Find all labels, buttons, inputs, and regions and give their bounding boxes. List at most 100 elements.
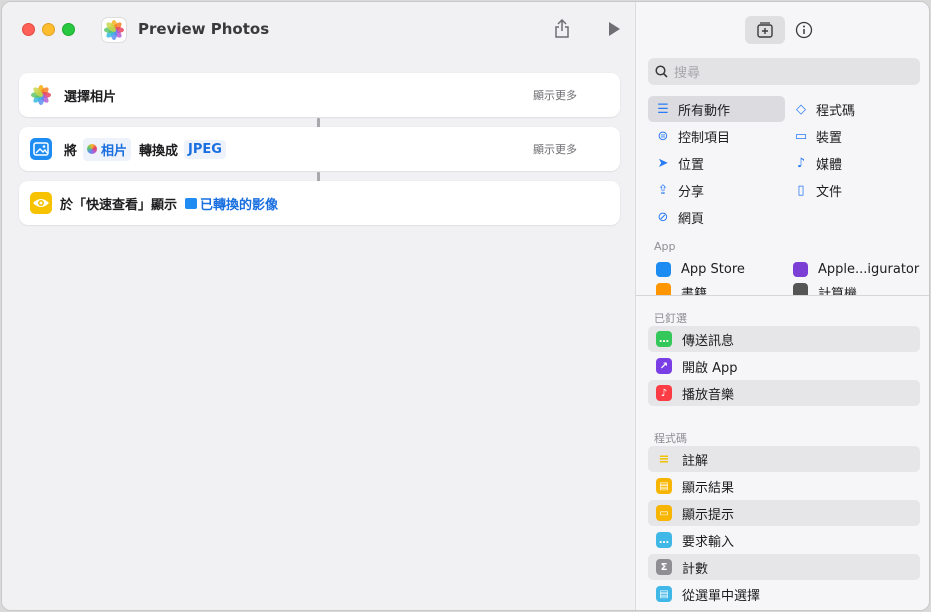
show-more-button[interactable]: 顯示更多 [533,141,577,157]
category-label: 網頁 [678,211,705,227]
category-all-actions[interactable]: ☰ 所有動作 [648,96,785,122]
search-placeholder: 搜尋 [674,66,701,81]
compass-icon: ⊘ [657,209,669,225]
title-bar: Preview Photos [2,2,635,58]
app-label: App Store [681,261,745,277]
editor-pane: Preview Photos 選擇相片 顯示更多 將 相片 轉換成 JPEG 顯… [2,2,635,610]
info-tab-button[interactable] [784,16,824,44]
shortcuts-window: Preview Photos 選擇相片 顯示更多 將 相片 轉換成 JPEG 顯… [1,1,930,611]
action-choose-from-menu[interactable]: ▤ 從選單中選擇 [648,581,920,607]
action-label: 傳送訊息 [682,333,735,349]
category-label: 裝置 [816,130,843,146]
category-label: 所有動作 [678,103,731,119]
action-select-photos[interactable]: 選擇相片 顯示更多 [19,73,620,117]
messages-icon: … [656,331,672,347]
books-icon [656,283,671,295]
category-media[interactable]: ♪ 媒體 [786,150,923,176]
action-count[interactable]: Σ 計數 [648,554,920,580]
action-library-sidebar: 搜尋 ☰ 所有動作 ◇ 程式碼 ⊜ 控制項目 ▭ 裝置 ➤ 位置 ♪ 媒體 ⇪ [635,2,929,610]
menu-icon: ▤ [656,586,672,602]
category-label: 媒體 [816,157,843,173]
converted-image-chip[interactable]: 已轉換的影像 [183,192,282,215]
action-quick-look[interactable]: 於「快速查看」顯示 已轉換的影像 [19,181,620,225]
info-icon [795,21,813,39]
section-divider [636,295,929,296]
ask-input-icon: … [656,532,672,548]
action-label: 播放音樂 [682,387,735,403]
code-icon: ◇ [796,101,806,117]
eye-icon [30,192,52,214]
category-web[interactable]: ⊘ 網頁 [648,204,785,230]
app-label: 計算機 [818,287,858,295]
action-open-app[interactable]: ↗ 開啟 App [648,353,920,379]
category-controls[interactable]: ⊜ 控制項目 [648,123,785,149]
action-label: 顯示提示 [682,507,735,523]
action-ask-for-input[interactable]: … 要求輸入 [648,527,920,553]
category-documents[interactable]: ▯ 文件 [786,177,923,203]
share-icon [555,19,569,38]
app-books[interactable]: 書籍 [656,283,786,295]
location-icon: ➤ [657,155,669,171]
photos-chip-label: 相片 [101,143,128,159]
category-label: 位置 [678,157,705,173]
action-show-alert[interactable]: ▭ 顯示提示 [648,500,920,526]
close-window-button[interactable] [22,23,35,36]
app-calculator[interactable]: 計算機 [793,283,923,295]
search-field[interactable]: 搜尋 [648,58,920,85]
action-middle-text: 轉換成 [139,143,179,159]
action-label: 開啟 App [682,360,738,376]
photos-mini-icon [87,144,98,154]
apps-section-label: App [654,240,676,253]
share-button[interactable] [551,18,573,40]
action-prefix: 將 [64,143,78,159]
converted-image-label: 已轉換的影像 [200,197,279,213]
action-convert-image[interactable]: 將 相片 轉換成 JPEG 顯示更多 [19,127,620,171]
category-label: 程式碼 [816,103,856,119]
action-title: 選擇相片 [64,89,117,105]
configurator-icon [793,261,808,277]
comment-icon: ≡ [658,451,670,467]
action-label: 從選單中選擇 [682,588,761,604]
sigma-icon: Σ [656,559,672,575]
category-location[interactable]: ➤ 位置 [648,150,785,176]
category-scripting[interactable]: ◇ 程式碼 [786,96,923,122]
open-app-icon: ↗ [656,358,672,374]
photos-app-icon[interactable] [101,17,127,43]
category-device[interactable]: ▭ 裝置 [786,123,923,149]
image-icon [30,138,52,160]
category-label: 分享 [678,184,705,200]
show-result-icon: ▤ [656,478,672,494]
show-more-button[interactable]: 顯示更多 [533,87,577,103]
list-icon: ☰ [657,101,669,117]
minimize-window-button[interactable] [42,23,55,36]
action-play-music[interactable]: ♪ 播放音樂 [648,380,920,406]
zoom-window-button[interactable] [62,23,75,36]
category-sharing[interactable]: ⇪ 分享 [648,177,785,203]
add-library-icon [757,22,773,38]
photos-variable-chip[interactable]: 相片 [83,137,132,161]
action-label: 註解 [682,453,709,469]
category-label: 控制項目 [678,130,731,146]
format-chip[interactable]: JPEG [184,139,226,159]
library-tab-button[interactable] [745,16,785,44]
display-icon: ▭ [794,128,808,144]
music-note-icon: ♪ [796,155,806,171]
document-icon: ▯ [797,182,805,198]
run-button[interactable] [603,18,625,40]
toggle-icon: ⊜ [657,128,669,144]
app-label: Apple...igurator [818,261,920,277]
app-apple-configurator[interactable]: Apple...igurator [793,257,923,281]
pinned-section-label: 已釘選 [654,312,687,325]
music-icon: ♪ [656,385,672,401]
search-icon [655,65,668,78]
action-title: 於「快速查看」顯示 [60,197,178,213]
photos-icon [30,84,52,106]
scripting-section-label: 程式碼 [654,432,687,445]
action-label: 計數 [682,561,709,577]
action-comment[interactable]: ≡ 註解 [648,446,920,472]
share-icon: ⇪ [657,182,669,198]
action-show-result[interactable]: ▤ 顯示結果 [648,473,920,499]
category-label: 文件 [816,184,843,200]
app-app-store[interactable]: App Store [656,257,786,281]
action-send-message[interactable]: … 傳送訊息 [648,326,920,352]
